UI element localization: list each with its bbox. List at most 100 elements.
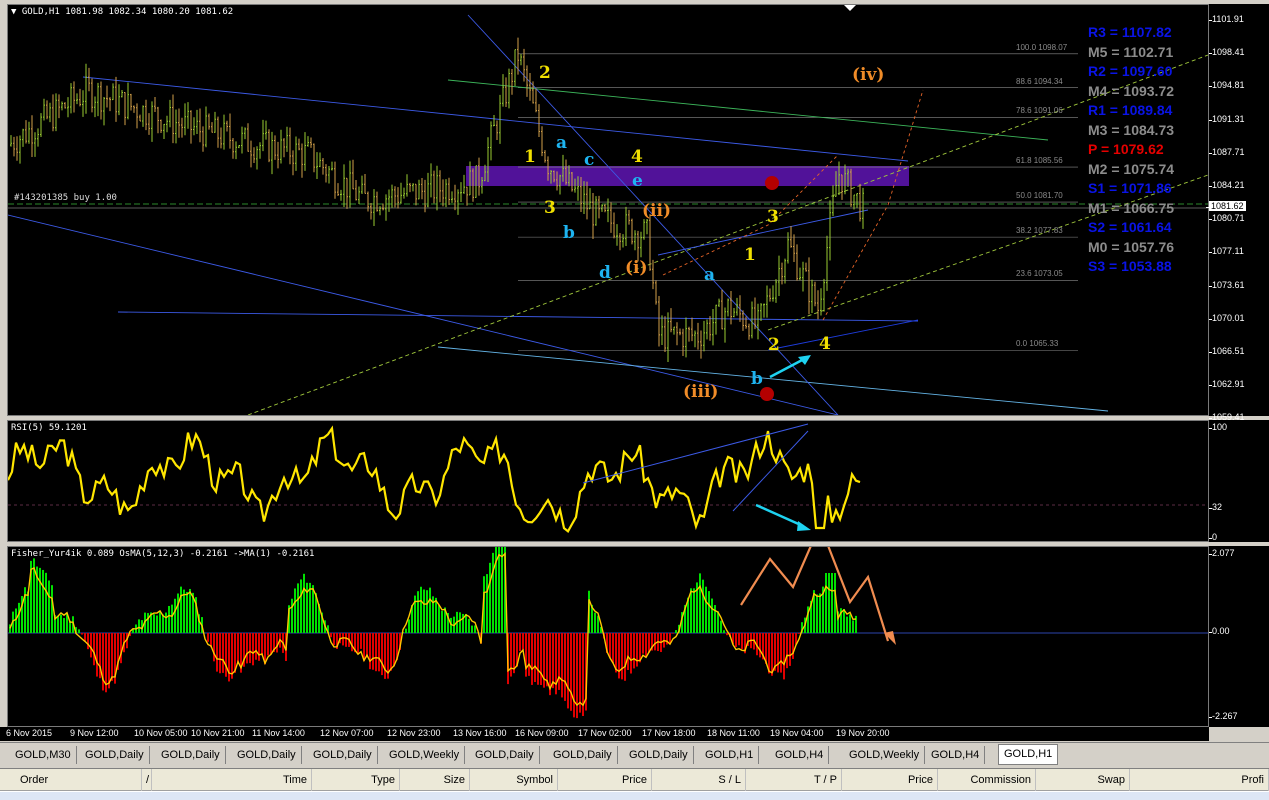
fisher-panel[interactable]: Fisher_Yur4ik 0.089 OsMA(5,12,3) -0.2161… xyxy=(7,546,1209,727)
chart-tab[interactable]: GOLD,Daily xyxy=(232,746,302,764)
time-tick: 18 Nov 11:00 xyxy=(707,728,760,738)
rsi-tick: 0 xyxy=(1208,532,1218,542)
wave-label: 4 xyxy=(631,147,643,167)
chart-tab[interactable]: GOLD,H1 xyxy=(998,744,1059,765)
rsi-arrow-head xyxy=(797,521,811,531)
price-tick: 1094.81 xyxy=(1209,80,1245,91)
column-header[interactable]: Time xyxy=(152,769,312,791)
column-header[interactable]: Type xyxy=(314,769,400,791)
fib-label: 38.2 1077.83 xyxy=(1016,226,1063,236)
rsi-panel[interactable]: RSI(5) 59.1201 xyxy=(7,420,1209,542)
pivot-label: R3 = 1107.82 xyxy=(1088,24,1172,40)
pivot-label: M4 = 1093.72 xyxy=(1088,82,1175,99)
chart-tab[interactable]: GOLD,Weekly xyxy=(384,746,466,764)
trend-line xyxy=(657,209,869,256)
time-axis: 6 Nov 2015 9 Nov 12:00 10 Nov 05:00 10 Nov … xyxy=(0,727,1209,741)
resistance-zone xyxy=(466,166,909,186)
fisher-tick: 0.00 xyxy=(1209,626,1230,636)
terminal-header-row: Order / Time Type Size Symbol Price S / LT / PP… xyxy=(0,769,1269,791)
time-tick: 19 Nov 20:00 xyxy=(836,728,890,738)
fib-label: 0.0 1065.33 xyxy=(1016,339,1059,349)
trend-line xyxy=(82,76,909,162)
order-line-label: #143201385 buy 1.00 xyxy=(14,193,117,203)
time-tick: 12 Nov 23:00 xyxy=(387,728,441,738)
column-header[interactable]: Commission xyxy=(940,769,1036,791)
trend-line xyxy=(247,54,1208,415)
chart-tab[interactable]: GOLD,H1 xyxy=(700,746,760,764)
chart-tab[interactable]: GOLD,M30 xyxy=(10,746,77,764)
fib-label: 100.0 1098.07 xyxy=(1016,42,1068,52)
price-tick: 1084.21 xyxy=(1209,180,1245,190)
column-header[interactable]: Size xyxy=(402,769,470,791)
pivot-label: R1 = 1089.84 xyxy=(1088,102,1173,118)
chart-tab[interactable]: GOLD,Daily xyxy=(308,746,378,764)
pivot-label: M1 = 1066.75 xyxy=(1088,199,1175,216)
pivot-label: R2 = 1097.60 xyxy=(1088,63,1173,79)
rsi-tick: 32 xyxy=(1208,502,1223,512)
fisher-header: Fisher_Yur4ik 0.089 OsMA(5,12,3) -0.2161… xyxy=(11,549,315,559)
chart-header: ▼ GOLD,H1 1081.98 1082.34 1080.20 1081.6… xyxy=(11,7,233,17)
time-tick: 19 Nov 04:00 xyxy=(770,728,824,738)
column-header[interactable]: Symbol xyxy=(472,769,558,791)
column-header[interactable]: Swap xyxy=(1038,769,1130,791)
pivot-label: M3 = 1084.73 xyxy=(1088,121,1175,138)
chart-tab[interactable]: GOLD,Weekly xyxy=(844,746,926,764)
wave-label: (ii) xyxy=(642,201,672,221)
pivot-label: S3 = 1053.88 xyxy=(1088,258,1172,274)
price-axis[interactable]: 1101.91 1098.41 1094.81 1091.31 1087.71 1084.… xyxy=(1206,4,1269,422)
column-header[interactable]: T / P xyxy=(748,769,842,791)
rsi-header: RSI(5) 59.1201 xyxy=(11,423,87,433)
chart-tab[interactable]: GOLD,H4 xyxy=(770,746,830,764)
wave-label: b xyxy=(751,369,763,389)
column-header[interactable]: Price xyxy=(844,769,938,791)
chart-symbol-quote: GOLD,H1 1081.98 1082.34 1080.20 1081.62 xyxy=(21,7,234,17)
left-gutter xyxy=(0,4,7,727)
chart-tab[interactable]: GOLD,Daily xyxy=(156,746,226,764)
wave-label: (i) xyxy=(625,258,648,278)
rsi-trend-line xyxy=(582,423,809,484)
fisher-canvas[interactable] xyxy=(8,547,1209,727)
fib-label: 78.6 1091.06 xyxy=(1016,106,1063,116)
column-header[interactable]: S / L xyxy=(654,769,746,791)
column-header[interactable]: Order xyxy=(16,769,142,791)
wave-label: a xyxy=(704,265,716,285)
rsi-canvas[interactable] xyxy=(8,421,1209,542)
pivot-label: S1 = 1071.86 xyxy=(1088,180,1172,196)
price-tick: 1073.61 xyxy=(1209,279,1245,290)
rsi-axis: 100 32 0 xyxy=(1208,420,1269,542)
marker-dot xyxy=(760,387,774,401)
collapse-arrow-icon[interactable]: ▼ xyxy=(11,7,22,17)
terminal-grid[interactable]: Order / Time Type Size Symbol Price S / LT / PP… xyxy=(0,768,1269,800)
fib-label: 88.6 1094.34 xyxy=(1016,76,1063,86)
chart-tab[interactable]: GOLD,Daily xyxy=(80,746,150,764)
marker-dot xyxy=(765,176,779,190)
wave-label: d xyxy=(599,263,611,283)
chart-tab[interactable]: GOLD,H4 xyxy=(926,746,986,764)
price-tick: 1087.71 xyxy=(1209,146,1245,157)
chart-tab[interactable]: GOLD,Daily xyxy=(624,746,694,764)
price-chart-panel[interactable]: ▼ GOLD,H1 1081.98 1082.34 1080.20 1081.6… xyxy=(7,4,1209,416)
pivot-label: P = 1079.62 xyxy=(1088,141,1164,157)
fib-label: 50.0 1081.70 xyxy=(1016,191,1063,201)
price-tick: 1062.91 xyxy=(1209,379,1245,390)
chart-tab[interactable]: GOLD,Daily xyxy=(470,746,540,764)
column-header[interactable]: Profi xyxy=(1132,769,1269,791)
fib-label: 61.8 1085.56 xyxy=(1016,156,1063,166)
fisher-axis: 2.077 0.00 -2.267 xyxy=(1209,546,1269,727)
pivot-label: M5 = 1102.71 xyxy=(1088,43,1174,60)
wave-label: a xyxy=(556,133,568,153)
column-header[interactable]: Price xyxy=(560,769,652,791)
chart-tab[interactable]: GOLD,Daily xyxy=(548,746,618,764)
wave-label: (iii) xyxy=(683,382,719,402)
time-tick: 6 Nov 2015 xyxy=(6,728,53,738)
time-tick: 13 Nov 16:00 xyxy=(453,728,507,738)
mt4-window: ▼ GOLD,H1 1081.98 1082.34 1080.20 1081.6… xyxy=(0,0,1269,800)
wave-label: 2 xyxy=(539,63,551,83)
price-chart-canvas[interactable] xyxy=(8,5,1209,416)
column-header[interactable]: / xyxy=(142,769,152,791)
price-tick: 1077.11 xyxy=(1209,246,1244,257)
time-tick: 11 Nov 14:00 xyxy=(252,728,305,738)
channel-line xyxy=(822,89,924,321)
wave-label: 3 xyxy=(544,198,556,218)
scroll-marker-icon xyxy=(844,5,856,11)
